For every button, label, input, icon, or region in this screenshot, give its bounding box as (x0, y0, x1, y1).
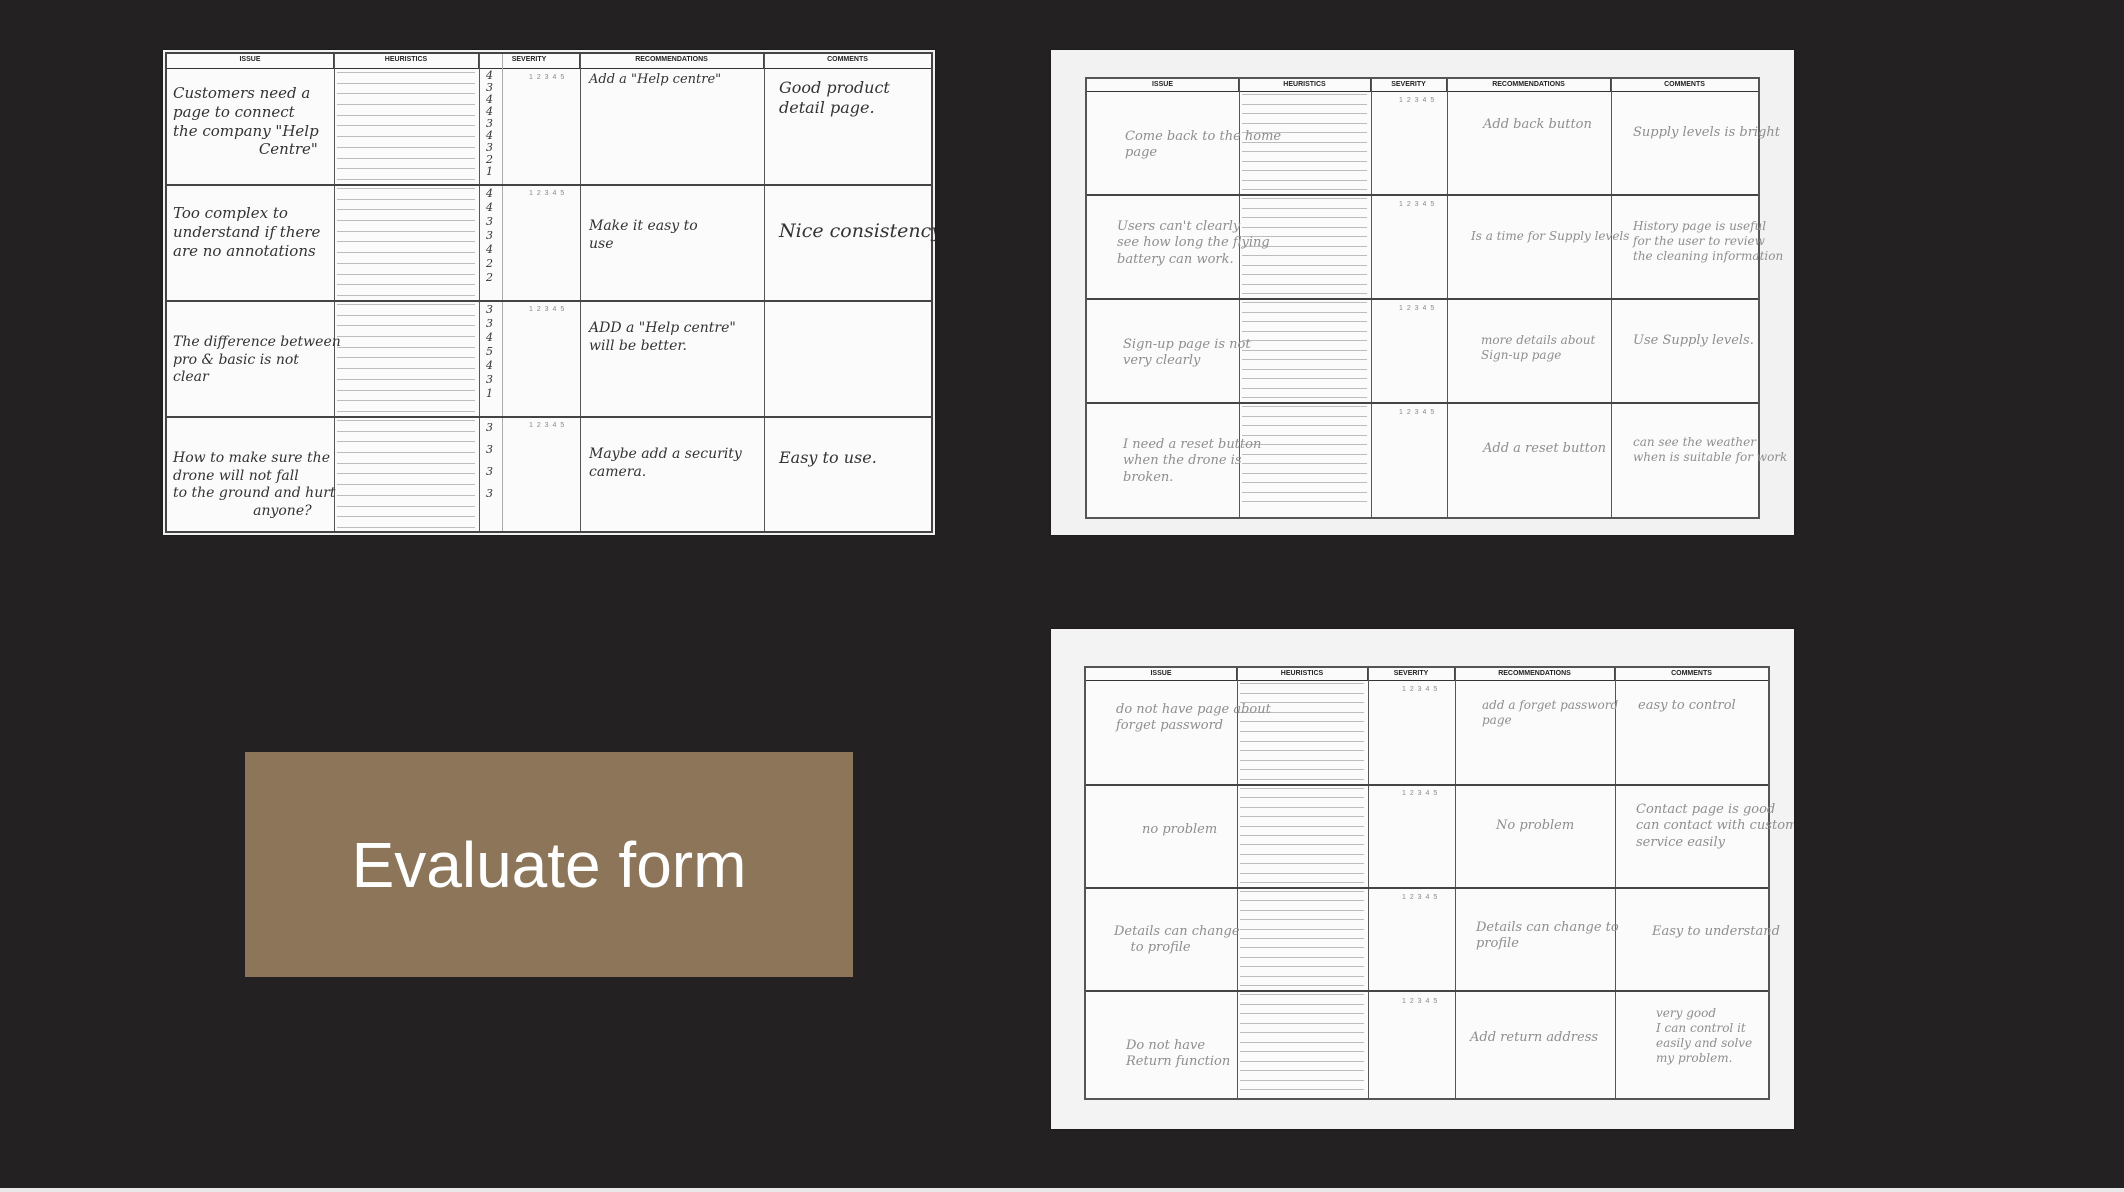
recommendation-text: add a forget password page (1482, 698, 1619, 727)
comment-text: easy to control (1638, 698, 1736, 713)
header-recommendations: RECOMMENDATIONS (1455, 668, 1615, 680)
severity-mark: 4 (486, 187, 493, 200)
recommendation-text: Is a time for Supply levels (1471, 229, 1630, 243)
header-heuristics: HEURISTICS (1239, 79, 1371, 91)
issue-text: Come back to the home page (1125, 129, 1282, 161)
header-issue: ISSUE (1087, 79, 1239, 91)
severity-mark: 2 (486, 271, 493, 284)
evaluation-form: ISSUE HEURISTICS SEVERITY RECOMMENDATION… (1084, 666, 1794, 1100)
comment-text: Use Supply levels. (1633, 333, 1754, 348)
form-header: ISSUE HEURISTICS SEVERITY RECOMMENDATION… (1087, 79, 1758, 92)
form-photo-2: ISSUE HEURISTICS SEVERITY RECOMMENDATION… (1051, 50, 1794, 535)
comment-text: Easy to understand (1652, 924, 1780, 939)
comment-text: Nice consistency (779, 220, 935, 242)
severity-mark: 3 (486, 373, 493, 386)
recommendation-text: Add return address (1470, 1030, 1599, 1045)
comment-text: Contact page is good can contact with cu… (1636, 802, 1794, 850)
header-issue: ISSUE (167, 54, 334, 68)
header-recommendations: RECOMMENDATIONS (1447, 79, 1611, 91)
severity-mark: 3 (486, 81, 493, 94)
bottom-strip (0, 1188, 2124, 1192)
header-heuristics: HEURISTICS (1237, 668, 1368, 680)
recommendation-text: Add back button (1483, 117, 1592, 132)
issue-text: Customers need a page to connect the com… (173, 84, 319, 159)
recommendation-text: Maybe add a security camera. (589, 446, 742, 480)
header-heuristics: HEURISTICS (334, 54, 479, 68)
header-severity: SEVERITY (479, 54, 580, 68)
severity-mark: 3 (486, 141, 493, 154)
severity-mark: 3 (486, 421, 493, 434)
header-comments: COMMENTS (827, 56, 868, 63)
severity-mark: 3 (486, 465, 493, 478)
recommendation-text: Make it easy to use (589, 218, 698, 252)
severity-mark: 3 (486, 443, 493, 456)
evaluation-form: ISSUE HEURISTICS SEVERITY RECOMMENDATION… (1085, 77, 1787, 519)
header-comments: COMMENTS (1671, 670, 1712, 677)
severity-mark: 4 (486, 105, 493, 118)
severity-mark: 2 (486, 153, 493, 166)
issue-text: no problem (1142, 822, 1218, 837)
recommendation-text: Details can change to profile (1476, 920, 1619, 952)
comment-text: very good I can control it easily and so… (1656, 1006, 1753, 1065)
header-issue: ISSUE (1086, 668, 1237, 680)
recommendation-text: ADD a "Help centre" will be better. (589, 320, 736, 354)
header-severity: SEVERITY (1371, 79, 1447, 91)
severity-mark: 3 (486, 487, 493, 500)
comment-text: History page is useful for the user to r… (1633, 219, 1784, 263)
comment-text: Supply levels is bright (1633, 125, 1780, 140)
severity-mark: 3 (486, 303, 493, 316)
form-photo-1: ISSUE HEURISTICS SEVERITY RECOMMENDATION… (163, 50, 935, 535)
form-header: ISSUE HEURISTICS SEVERITY RECOMMENDATION… (167, 54, 931, 69)
severity-mark: 4 (486, 93, 493, 106)
issue-text: Users can't clearly see how long the fly… (1117, 219, 1270, 267)
recommendation-text: more details about Sign-up page (1481, 333, 1596, 362)
severity-mark: 3 (486, 317, 493, 330)
slide-title: Evaluate form (351, 828, 747, 901)
form-photo-3: ISSUE HEURISTICS SEVERITY RECOMMENDATION… (1051, 629, 1794, 1129)
issue-text: I need a reset button when the drone is … (1123, 437, 1262, 485)
severity-mark: 4 (486, 359, 493, 372)
severity-mark: 3 (486, 117, 493, 130)
severity-mark: 1 (486, 387, 493, 400)
severity-mark: 3 (486, 215, 493, 228)
form-header: ISSUE HEURISTICS SEVERITY RECOMMENDATION… (1086, 668, 1768, 681)
issue-text: Too complex to understand if there are n… (173, 204, 321, 260)
slide: ISSUE HEURISTICS SEVERITY RECOMMENDATION… (0, 0, 2124, 1188)
recommendation-text: No problem (1496, 818, 1575, 833)
severity-mark: 5 (486, 345, 493, 358)
severity-mark: 3 (486, 229, 493, 242)
severity-mark: 4 (486, 69, 493, 82)
recommendation-text: Add a reset button (1483, 441, 1607, 456)
issue-text: Do not have Return function (1126, 1038, 1231, 1070)
issue-text: Details can change to profile (1114, 924, 1240, 956)
severity-mark: 4 (486, 129, 493, 142)
header-recommendations: RECOMMENDATIONS (580, 54, 764, 68)
title-box: Evaluate form (245, 752, 853, 977)
recommendation-text: Add a "Help centre" (589, 72, 722, 87)
severity-mark: 4 (486, 243, 493, 256)
issue-text: do not have page about forget password (1116, 702, 1271, 734)
comment-text: can see the weather when is suitable for… (1633, 435, 1788, 464)
evaluation-form: ISSUE HEURISTICS SEVERITY RECOMMENDATION… (165, 52, 935, 533)
header-severity: SEVERITY (1368, 668, 1455, 680)
issue-text: The difference between pro & basic is no… (173, 334, 341, 385)
header-comments: COMMENTS (1664, 81, 1705, 88)
issue-text: How to make sure the drone will not fall… (173, 450, 336, 519)
issue-text: Sign-up page is not very clearly (1123, 337, 1251, 369)
severity-mark: 4 (486, 331, 493, 344)
severity-mark: 1 (486, 165, 493, 178)
severity-mark: 4 (486, 201, 493, 214)
comment-text: Good product detail page. (779, 78, 890, 117)
comment-text: Easy to use. (779, 448, 877, 467)
severity-mark: 2 (486, 257, 493, 270)
